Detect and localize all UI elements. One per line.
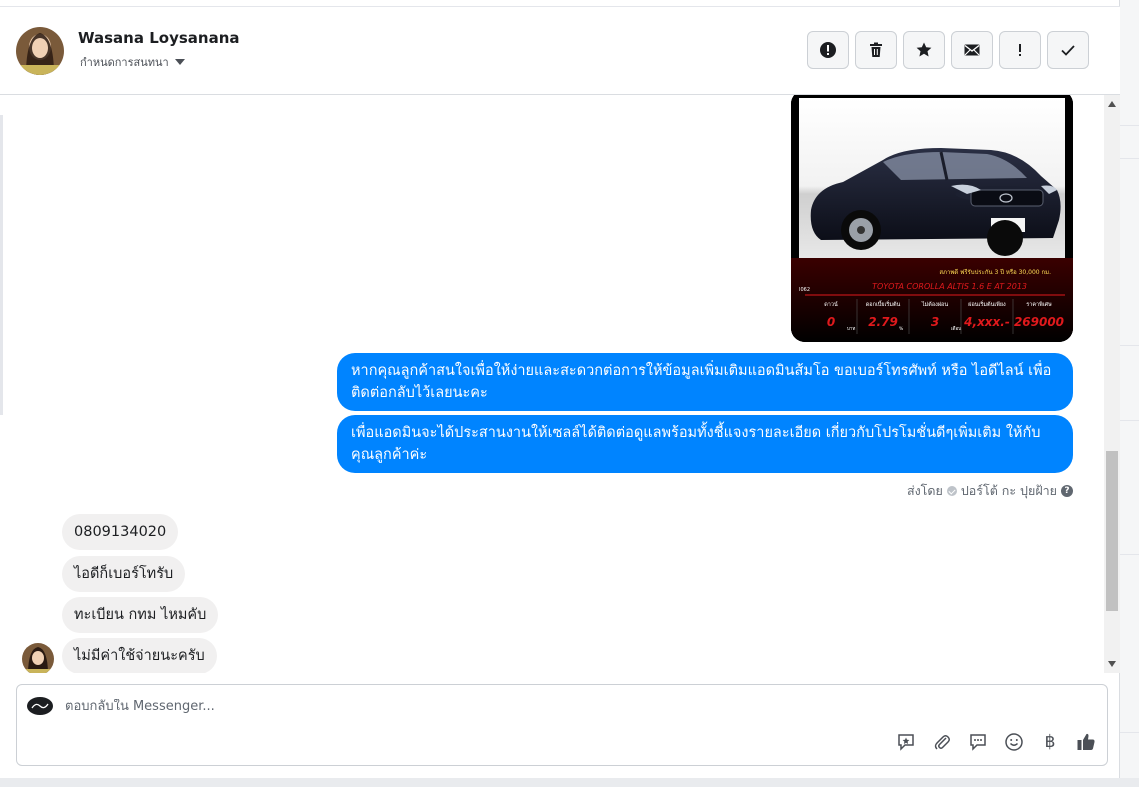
attachment-icon[interactable] <box>931 731 953 753</box>
check-icon <box>1061 45 1075 56</box>
side-panel-edge <box>1120 0 1139 787</box>
contact-name[interactable]: Wasana Loysanana <box>78 29 240 47</box>
message-text: ไม่มีค่าใช้จ่ายนะครับ <box>74 648 205 664</box>
message-text: หากคุณลูกค้าสนใจเพื่อให้ง่ายและสะดวกต่อก… <box>351 363 1052 401</box>
baht-symbol: ฿ <box>1044 732 1056 752</box>
ad-cell-label: ราคาพิเศษ <box>1026 301 1052 308</box>
car-code-text: I062 <box>799 287 810 293</box>
ad-cell-value: 269000 <box>1014 315 1064 329</box>
sent-by-label: ส่งโดย <box>906 483 943 498</box>
ad-cell-label: ไม่ต้องผ่อน <box>921 301 948 308</box>
trash-icon <box>870 42 882 57</box>
message-thread[interactable]: สภาพดี ฟรีรับประกัน 3 ปี หรือ 30,000 กม.… <box>0 95 1104 673</box>
conversation-toolbar <box>807 31 1089 69</box>
thread-scrollbar[interactable] <box>1104 95 1120 673</box>
ad-cell-value: 2.79 <box>868 315 898 329</box>
conversation-settings-label: กำหนดการสนทนา <box>80 56 169 69</box>
emoji-icon[interactable] <box>1003 731 1025 753</box>
exclamation-icon <box>1019 44 1021 56</box>
scroll-down-icon[interactable] <box>1108 661 1116 667</box>
sent-by-line: ส่งโดย ปอร์โต้ กะ ปุยฝ้าย ? <box>907 481 1073 501</box>
priority-button[interactable] <box>999 31 1041 69</box>
scrollbar-thumb[interactable] <box>1106 451 1118 611</box>
message-text: ไอดีก็เบอร์โทรับ <box>74 566 174 582</box>
mark-done-button[interactable] <box>1047 31 1089 69</box>
ad-cell-label: ดาวน์ <box>824 301 838 308</box>
comment-icon[interactable] <box>967 731 989 753</box>
alert-circle-icon <box>820 42 836 58</box>
ad-cell-unit: เดือน <box>951 325 961 332</box>
car-warranty-text: สภาพดี ฟรีรับประกัน 3 ปี หรือ 30,000 กม. <box>939 268 1051 276</box>
sent-by-name[interactable]: ปอร์โต้ กะ ปุยฝ้าย <box>961 481 1057 501</box>
ad-cell-unit: บาท <box>847 327 855 332</box>
incoming-message[interactable]: ทะเบียน กทม ไหมคับ <box>62 597 219 633</box>
car-advertisement-image[interactable]: สภาพดี ฟรีรับประกัน 3 ปี หรือ 30,000 กม.… <box>791 95 1073 342</box>
envelope-icon <box>964 44 980 56</box>
mark-unread-button[interactable] <box>951 31 993 69</box>
seen-check-icon <box>946 486 957 496</box>
ad-cell-value: 3 <box>931 315 939 329</box>
car-model-text: TOYOTA COROLLA ALTIS 1.6 E AT 2013 <box>872 282 1027 291</box>
ad-cell-label: ผ่อนเริ่มต้นเพียง <box>968 300 1006 308</box>
help-icon[interactable]: ? <box>1061 485 1073 497</box>
saved-reply-icon[interactable] <box>895 731 917 753</box>
divider <box>0 115 3 415</box>
incoming-message[interactable]: ไม่มีค่าใช้จ่ายนะครับ <box>62 638 217 673</box>
delete-button[interactable] <box>855 31 897 69</box>
incoming-message[interactable]: ไอดีก็เบอร์โทรับ <box>62 556 186 592</box>
thumbs-up-icon[interactable] <box>1075 731 1097 753</box>
conversation-header: Wasana Loysanana กำหนดการสนทนา <box>0 6 1120 95</box>
page-logo <box>27 697 53 715</box>
ad-cell-label: ดอกเบี้ยเริ่มต้น <box>866 300 901 308</box>
outgoing-message[interactable]: หากคุณลูกค้าสนใจเพื่อให้ง่ายและสะดวกต่อก… <box>337 353 1073 411</box>
star-button[interactable] <box>903 31 945 69</box>
scroll-up-icon[interactable] <box>1108 101 1116 107</box>
page-bottom-edge <box>0 778 1139 787</box>
ad-cell-value: 0 <box>827 315 835 329</box>
ad-cell-unit: % <box>899 326 904 332</box>
message-text: 0809134020 <box>74 524 167 540</box>
outgoing-message[interactable]: เพื่อแอดมินจะได้ประสานงานให้เซลล์ได้ติดต… <box>337 415 1073 473</box>
star-icon <box>916 42 932 57</box>
message-text: ทะเบียน กทม ไหมคับ <box>74 607 207 623</box>
reply-composer: ฿ <box>16 684 1108 766</box>
mark-spam-button[interactable] <box>807 31 849 69</box>
baht-icon[interactable]: ฿ <box>1039 731 1061 753</box>
composer-toolbar: ฿ <box>895 731 1097 753</box>
ad-cell-value: 4,xxx.- <box>963 315 1010 329</box>
message-text: เพื่อแอดมินจะได้ประสานงานให้เซลล์ได้ติดต… <box>351 425 1041 463</box>
conversation-settings-dropdown[interactable]: กำหนดการสนทนา <box>80 53 185 71</box>
caret-down-icon <box>174 59 185 65</box>
sender-avatar[interactable] <box>22 643 54 673</box>
incoming-message[interactable]: 0809134020 <box>62 514 179 550</box>
contact-avatar[interactable] <box>16 27 64 75</box>
inbox-window: Wasana Loysanana กำหนดการสนทนา สภาพดี ฟร… <box>0 0 1120 778</box>
reply-input[interactable] <box>65 699 865 714</box>
